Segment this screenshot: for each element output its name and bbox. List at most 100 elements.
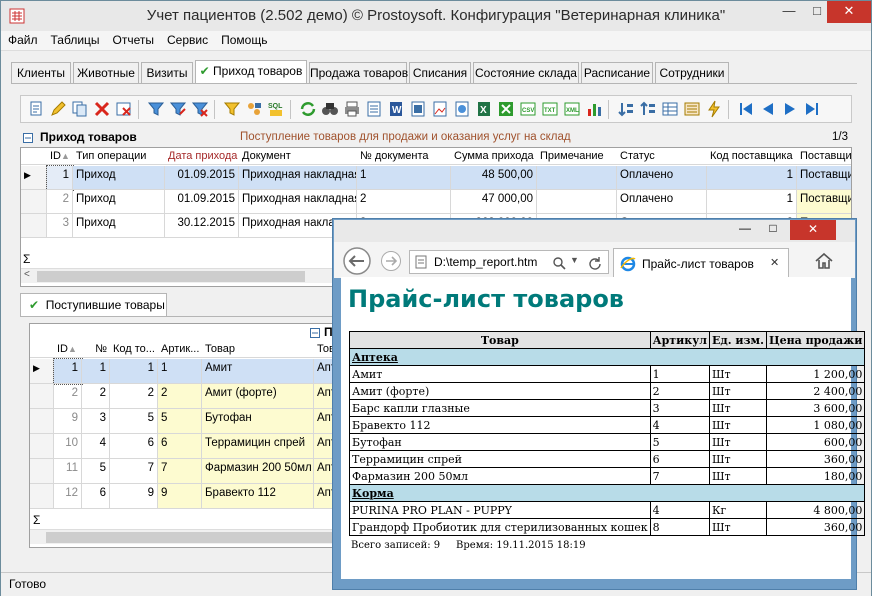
word-export-icon[interactable]: W <box>387 100 405 118</box>
tab-stock-status[interactable]: Состояние склада <box>473 62 579 83</box>
column-header-status[interactable]: Статус <box>617 148 707 165</box>
columns-icon[interactable] <box>661 100 679 118</box>
column-header-id[interactable]: ID▲ <box>54 341 82 358</box>
browser-close-button[interactable]: ✕ <box>790 220 836 240</box>
product-code-cell[interactable]: 7 <box>110 459 158 484</box>
receipt-date-cell[interactable]: 30.12.2015 <box>165 214 239 238</box>
xml-icon[interactable]: XML <box>563 100 581 118</box>
menu-reports[interactable]: Отчеты <box>106 31 160 47</box>
supplier-cell[interactable]: Поставщи <box>797 190 851 214</box>
column-header-supplier[interactable]: Поставщи <box>797 148 851 165</box>
settings-icon[interactable] <box>683 100 701 118</box>
scroll-left-icon[interactable]: < <box>24 269 30 280</box>
address-bar[interactable]: D:\temp_report.htm ▼ <box>409 250 609 274</box>
refresh-icon[interactable] <box>299 100 317 118</box>
tab-received-goods[interactable]: ✔ Поступившие товары <box>20 293 167 317</box>
refresh-icon[interactable] <box>588 256 602 270</box>
product-cell[interactable]: Бутофан <box>202 409 314 434</box>
number-cell[interactable]: 3 <box>82 409 110 434</box>
excel-export-icon[interactable] <box>497 100 515 118</box>
product-cell[interactable]: Бравекто 112 <box>202 484 314 509</box>
search-icon[interactable] <box>552 256 566 270</box>
table-row[interactable]: 10 4 6 6 Террамицин спрей Апт <box>30 434 338 459</box>
next-record-icon[interactable] <box>781 100 799 118</box>
document-cell[interactable]: Приходная накладная <box>239 190 357 214</box>
browser-minimize-button[interactable]: — <box>732 221 758 235</box>
prev-record-icon[interactable] <box>759 100 777 118</box>
collapse-icon[interactable] <box>23 133 33 143</box>
note-cell[interactable] <box>537 166 617 190</box>
filter-add-icon[interactable] <box>169 100 187 118</box>
id-cell[interactable]: 2 <box>54 384 82 409</box>
product-code-cell[interactable]: 2 <box>110 384 158 409</box>
tab-staff[interactable]: Сотрудники <box>655 62 729 83</box>
product-cell[interactable]: Фармазин 200 50мл <box>202 459 314 484</box>
status-cell[interactable]: Оплачено <box>617 190 707 214</box>
status-cell[interactable]: Оплачено <box>617 166 707 190</box>
column-header-note[interactable]: Примечание <box>537 148 617 165</box>
table-row[interactable]: 9 3 5 5 Бутофан Апт <box>30 409 338 434</box>
menu-tables[interactable]: Таблицы <box>44 31 106 47</box>
id-cell[interactable]: 11 <box>54 459 82 484</box>
id-cell[interactable]: 3 <box>47 214 73 238</box>
lightning-icon[interactable] <box>705 100 723 118</box>
supplier-cell[interactable]: Поставщи <box>797 166 851 190</box>
receipt-date-cell[interactable]: 01.09.2015 <box>165 190 239 214</box>
document-cell[interactable]: Приходная накладная <box>239 166 357 190</box>
number-cell[interactable]: 5 <box>82 459 110 484</box>
last-record-icon[interactable] <box>803 100 821 118</box>
home-icon[interactable] <box>814 252 834 270</box>
op-type-cell[interactable]: Приход <box>73 190 165 214</box>
tab-animals[interactable]: Животные <box>73 62 139 83</box>
new-record-icon[interactable] <box>27 100 45 118</box>
article-cell[interactable]: 1 <box>158 359 202 384</box>
product-code-cell[interactable]: 6 <box>110 434 158 459</box>
column-header-doc-number[interactable]: № документа <box>357 148 451 165</box>
tab-writeoffs[interactable]: Списания <box>409 62 471 83</box>
column-header-receipt-date[interactable]: Дата прихода <box>165 148 239 165</box>
id-cell[interactable]: 1 <box>46 165 74 191</box>
tab-close-icon[interactable]: ✕ <box>770 256 779 269</box>
article-cell[interactable]: 9 <box>158 484 202 509</box>
filter-icon[interactable] <box>147 100 165 118</box>
delete-all-icon[interactable] <box>115 100 133 118</box>
article-cell[interactable]: 5 <box>158 409 202 434</box>
article-cell[interactable]: 6 <box>158 434 202 459</box>
column-header-id[interactable]: ID▲ <box>47 148 73 165</box>
op-type-cell[interactable]: Приход <box>73 166 165 190</box>
browser-tab[interactable]: Прайс-лист товаров ✕ <box>613 248 789 278</box>
number-cell[interactable]: 6 <box>82 484 110 509</box>
edit-icon[interactable] <box>49 100 67 118</box>
id-cell[interactable]: 1 <box>53 358 83 385</box>
column-header-article[interactable]: Артик... <box>158 341 202 358</box>
tab-clients[interactable]: Клиенты <box>11 62 71 83</box>
id-cell[interactable]: 12 <box>54 484 82 509</box>
number-cell[interactable]: 2 <box>82 384 110 409</box>
receipt-date-cell[interactable]: 01.09.2015 <box>165 166 239 190</box>
column-header-number[interactable]: № <box>82 341 110 358</box>
back-icon[interactable] <box>342 246 372 276</box>
filter-clear-icon[interactable] <box>191 100 209 118</box>
table-row[interactable]: 2 2 2 2 Амит (форте) Апт <box>30 384 338 409</box>
csv-icon[interactable]: CSV <box>519 100 537 118</box>
forward-icon[interactable] <box>380 250 402 272</box>
product-cell[interactable]: Террамицин спрей <box>202 434 314 459</box>
column-header-supplier-code[interactable]: Код поставщика <box>707 148 797 165</box>
product-cell[interactable]: Амит (форте) <box>202 384 314 409</box>
txt-icon[interactable]: TXT <box>541 100 559 118</box>
doc-number-cell[interactable]: 2 <box>357 190 451 214</box>
quick-filter-icon[interactable] <box>223 100 241 118</box>
dropdown-icon[interactable]: ▼ <box>570 255 579 265</box>
supplier-code-cell[interactable]: 1 <box>707 166 797 190</box>
article-cell[interactable]: 2 <box>158 384 202 409</box>
report-icon[interactable] <box>365 100 383 118</box>
table-row[interactable]: ▶ 1 1 1 1 Амит Апт <box>30 358 338 385</box>
horizontal-scrollbar[interactable] <box>30 529 338 544</box>
print-icon[interactable] <box>343 100 361 118</box>
product-cell[interactable]: Амит <box>202 359 314 384</box>
id-cell[interactable]: 9 <box>54 409 82 434</box>
sort-asc-icon[interactable] <box>617 100 635 118</box>
sort-desc-icon[interactable] <box>639 100 657 118</box>
chart-icon[interactable] <box>585 100 603 118</box>
supplier-code-cell[interactable]: 1 <box>707 190 797 214</box>
